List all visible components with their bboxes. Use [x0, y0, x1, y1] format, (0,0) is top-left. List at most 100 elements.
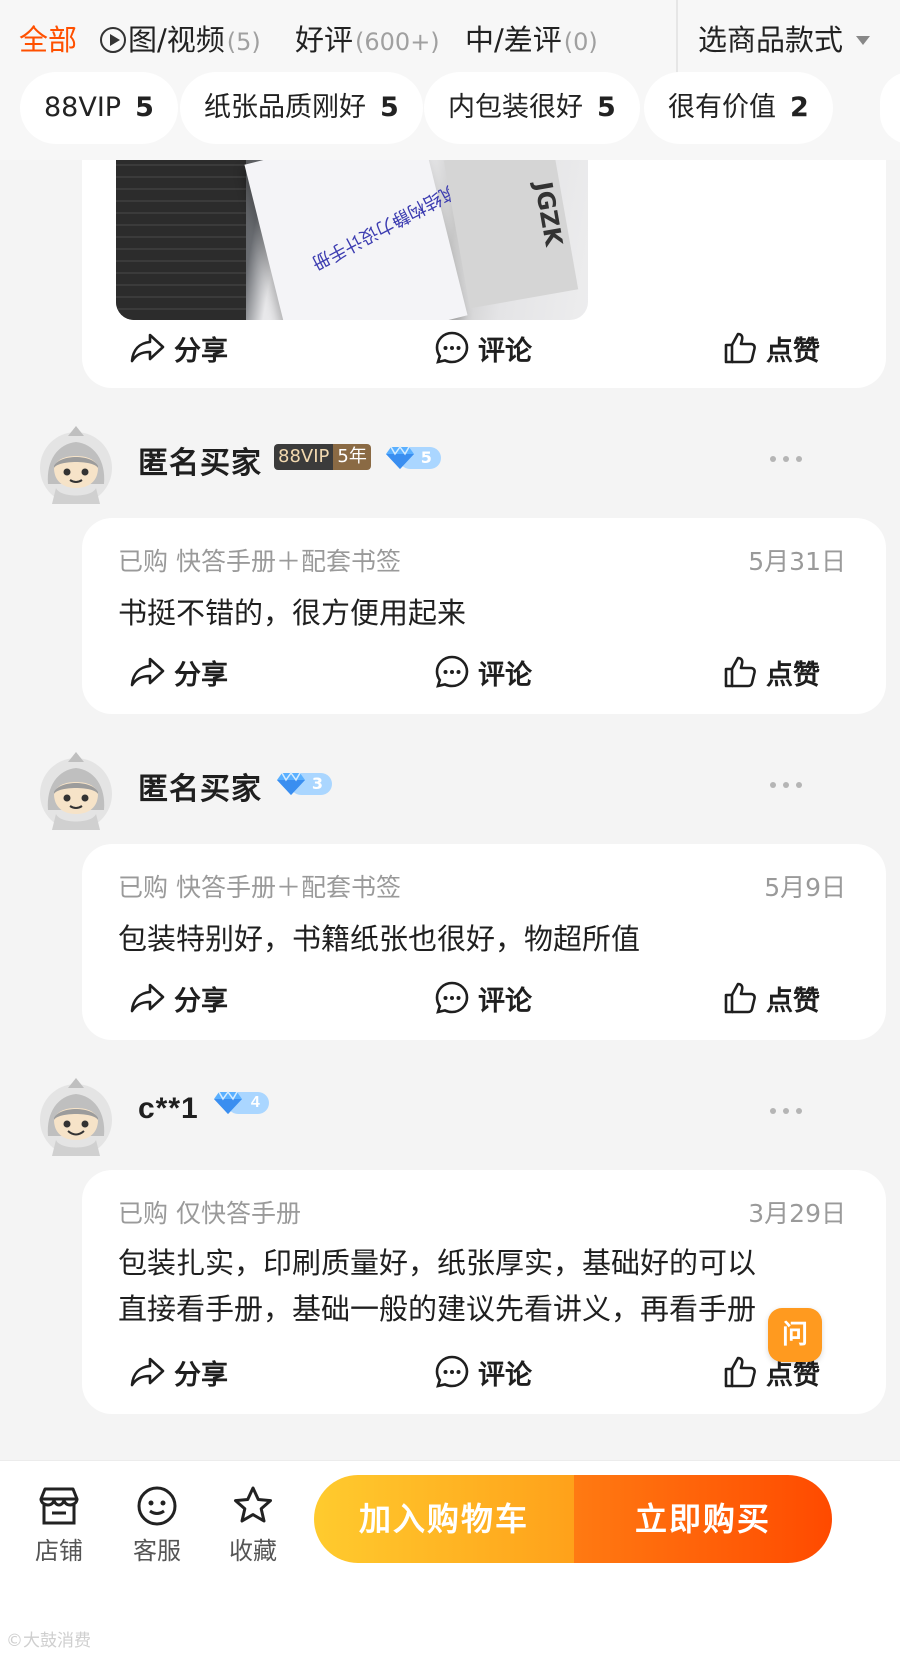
comment-label: 评论 [478, 335, 532, 367]
review-text-line-2: 直接看手册，基础一般的建议先看讲义，再看手册 [118, 1292, 757, 1326]
username-text: 匿名买家 [138, 446, 262, 481]
tab-all-label: 全部 [19, 23, 78, 57]
tag-chip[interactable]: 很有价值 2 [644, 72, 833, 144]
username[interactable]: 匿名买家 88VIP 5年 5 [138, 438, 441, 482]
shop-icon [39, 1487, 79, 1525]
review-photo[interactable]: 建筑结构静力设计手册 JGZK [116, 160, 588, 320]
review-date: 5月9日 [764, 873, 846, 902]
review-user-row: 匿名买家 3 [0, 742, 900, 842]
more-options-icon[interactable] [770, 782, 804, 790]
username-text: c**1 [138, 1092, 199, 1125]
share-button[interactable]: 分享 [130, 642, 228, 702]
like-label: 点赞 [766, 985, 820, 1017]
tag-chip-label: 纸张品质刚好 [204, 92, 366, 123]
tag-chip-count: 5 [597, 92, 616, 123]
review-date: 3月29日 [748, 1199, 846, 1228]
review-card: 已购 快答手册＋配套书签 5月31日 书挺不错的，很方便用起来 分享 评论 点赞 [82, 518, 886, 714]
tag-chip-count: 5 [380, 92, 399, 123]
thumbs-up-icon [724, 656, 756, 688]
share-button[interactable]: 分享 [130, 968, 228, 1028]
more-options-icon[interactable] [770, 456, 804, 464]
level-badge: 5 [385, 445, 441, 471]
star-icon [234, 1486, 272, 1523]
tab-media[interactable]: 图/视频(5) [100, 20, 261, 62]
like-button[interactable]: 点赞 [722, 968, 820, 1028]
review-actions: 分享 评论 点赞 [82, 968, 886, 1028]
customer-service-button[interactable]: 客服 [112, 1471, 202, 1566]
tab-media-count: (5) [226, 28, 261, 56]
thumbs-up-icon [724, 1356, 756, 1388]
review-card: 已购 仅快答手册 3月29日 包装扎实，印刷质量好，纸张厚实，基础好的可以 直接… [82, 1170, 886, 1414]
share-icon [130, 983, 165, 1013]
review-actions: 分享 评论 点赞 [82, 642, 886, 702]
share-icon [130, 657, 165, 687]
share-label: 分享 [174, 335, 228, 367]
share-button[interactable]: 分享 [130, 1342, 228, 1402]
comment-icon [435, 1355, 469, 1388]
vip-badge: 88VIP 5年 [274, 444, 371, 470]
share-icon [130, 333, 165, 363]
service-face-icon [137, 1486, 177, 1526]
vip-badge-name: 88VIP [274, 444, 334, 470]
add-to-cart-button[interactable]: 加入购物车 [314, 1475, 574, 1563]
review-filter-header: 全部 图/视频(5) 好评(600+) 中/差评(0) 选商品款式 88VIP 5… [0, 0, 900, 160]
vip-badge-years: 5年 [333, 444, 371, 470]
tag-chip-label: 内包装很好 [448, 92, 583, 123]
tag-chip-partial[interactable] [880, 72, 900, 144]
comment-icon [435, 331, 469, 364]
comment-button[interactable]: 评论 [434, 642, 532, 702]
thumbs-up-icon [724, 332, 756, 364]
tag-chip-count: 5 [135, 92, 154, 123]
tag-chip-label: 88VIP [44, 92, 122, 123]
purchased-item: 已购 快答手册＋配套书签 [118, 547, 401, 576]
shop-label: 店铺 [35, 1537, 83, 1565]
level-badge: 3 [276, 771, 332, 797]
buy-now-button[interactable]: 立即购买 [574, 1475, 832, 1563]
shop-button[interactable]: 店铺 [14, 1471, 104, 1566]
style-select-label: 选商品款式 [698, 23, 844, 57]
share-label: 分享 [174, 659, 228, 691]
review-text: 书挺不错的，很方便用起来 [118, 596, 467, 630]
service-label: 客服 [133, 1537, 181, 1565]
filter-tabs: 全部 图/视频(5) 好评(600+) 中/差评(0) 选商品款式 [0, 0, 900, 80]
avatar[interactable] [38, 1076, 114, 1162]
username[interactable]: 匿名买家 3 [138, 764, 332, 808]
share-button[interactable]: 分享 [130, 318, 228, 378]
like-label: 点赞 [766, 335, 820, 367]
share-icon [130, 1357, 165, 1387]
share-label: 分享 [174, 1359, 228, 1391]
username[interactable]: c**1 4 [138, 1090, 269, 1126]
comment-icon [435, 981, 469, 1014]
favorite-button[interactable]: 收藏 [208, 1471, 298, 1566]
tab-all[interactable]: 全部 [19, 20, 77, 60]
tab-bad[interactable]: 中/差评(0) [465, 20, 598, 62]
comment-button[interactable]: 评论 [434, 1342, 532, 1402]
level-badge: 4 [213, 1090, 269, 1116]
tag-chip[interactable]: 纸张品质刚好 5 [180, 72, 423, 144]
tag-chips: 88VIP 5 纸张品质刚好 5 内包装很好 5 很有价值 2 [0, 72, 900, 148]
purchased-item: 已购 仅快答手册 [118, 1199, 301, 1228]
comment-button[interactable]: 评论 [434, 318, 532, 378]
username-text: 匿名买家 [138, 772, 262, 807]
ask-button[interactable]: 问 [768, 1308, 822, 1362]
like-button[interactable]: 点赞 [722, 318, 820, 378]
review-date: 5月31日 [748, 547, 846, 576]
share-label: 分享 [174, 985, 228, 1017]
style-select[interactable]: 选商品款式 [676, 0, 900, 80]
diamond-icon [385, 445, 414, 469]
like-button[interactable]: 点赞 [722, 642, 820, 702]
more-options-icon[interactable] [770, 1108, 804, 1116]
avatar[interactable] [38, 750, 114, 836]
comment-button[interactable]: 评论 [434, 968, 532, 1028]
tab-good[interactable]: 好评(600+) [295, 20, 440, 62]
thumbs-up-icon [724, 982, 756, 1014]
comment-label: 评论 [478, 659, 532, 691]
avatar[interactable] [38, 424, 114, 510]
favorite-label: 收藏 [229, 1537, 277, 1565]
tag-chip[interactable]: 内包装很好 5 [424, 72, 640, 144]
tag-chip[interactable]: 88VIP 5 [20, 72, 178, 144]
diamond-icon [213, 1090, 242, 1114]
photo-book: 建筑结构静力设计手册 [244, 160, 477, 320]
tab-bad-count: (0) [563, 28, 598, 56]
caret-down-icon [856, 36, 870, 45]
